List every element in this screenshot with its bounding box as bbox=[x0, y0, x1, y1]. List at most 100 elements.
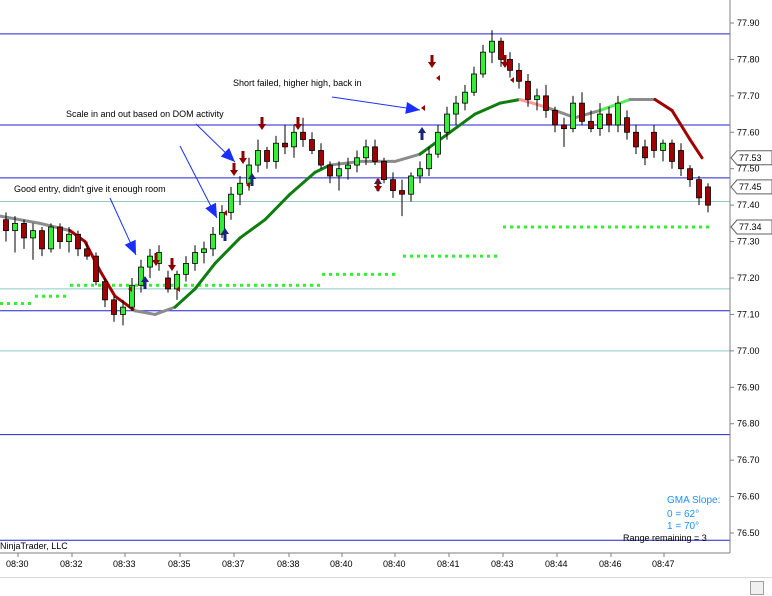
horizontal-scrollbar[interactable] bbox=[0, 577, 772, 596]
stop-dot bbox=[357, 272, 360, 276]
copyright-text: NinjaTrader, LLC bbox=[0, 541, 68, 551]
stop-dot bbox=[0, 302, 3, 305]
candle-body bbox=[93, 255, 99, 283]
y-tick-label: 76.50 bbox=[737, 528, 760, 538]
stop-dot bbox=[343, 272, 346, 276]
stop-dot bbox=[282, 283, 285, 287]
stop-dot bbox=[438, 254, 441, 258]
stop-dot bbox=[410, 254, 413, 258]
stop-dot bbox=[615, 225, 618, 229]
stop-dot bbox=[112, 283, 115, 287]
stop-dot bbox=[580, 225, 583, 229]
range-remaining: Range remaining = 3 bbox=[623, 533, 707, 543]
candle-body bbox=[615, 102, 621, 126]
scroll-thumb[interactable] bbox=[750, 581, 764, 595]
x-tick-label: 08:38 bbox=[277, 559, 300, 569]
x-tick-label: 08:44 bbox=[545, 559, 568, 569]
candle-body bbox=[192, 252, 198, 264]
annotation-short-failed: Short failed, higher high, back in bbox=[233, 78, 362, 88]
candle-body bbox=[552, 110, 558, 126]
candle-body bbox=[651, 131, 657, 151]
stop-dot bbox=[156, 283, 159, 287]
stop-dot bbox=[233, 283, 236, 287]
candle-body bbox=[282, 142, 288, 148]
stop-dot bbox=[49, 294, 52, 298]
stop-dot bbox=[524, 225, 527, 229]
stop-dot bbox=[559, 225, 562, 229]
stop-dot bbox=[452, 254, 455, 258]
stop-dot bbox=[63, 294, 66, 298]
stop-dot bbox=[573, 225, 576, 229]
stop-dot bbox=[219, 283, 222, 287]
candle-body bbox=[39, 230, 45, 250]
y-tick-label: 77.00 bbox=[737, 346, 760, 356]
gma-slope-title: GMA Slope: bbox=[667, 495, 720, 506]
stop-dot bbox=[538, 225, 541, 229]
stop-dot bbox=[184, 283, 187, 287]
candle-body bbox=[417, 168, 423, 177]
candle-body bbox=[327, 164, 333, 177]
stop-dot bbox=[545, 225, 548, 229]
candle-body bbox=[165, 277, 171, 290]
stop-dot bbox=[643, 225, 646, 229]
candle-body bbox=[48, 226, 54, 250]
stop-dot bbox=[531, 225, 534, 229]
price-labels: 77.53 77.45 77.34 bbox=[730, 150, 772, 235]
stop-dot bbox=[517, 225, 520, 229]
stop-dot bbox=[70, 283, 73, 287]
candle-body bbox=[570, 102, 576, 130]
y-tick-label: 77.60 bbox=[737, 127, 760, 137]
y-tick-label: 77.20 bbox=[737, 273, 760, 283]
candle-body bbox=[336, 168, 342, 177]
candle-body bbox=[453, 102, 459, 115]
y-tick-label: 77.10 bbox=[737, 309, 760, 319]
x-tick-label: 08:32 bbox=[60, 559, 83, 569]
stop-dot bbox=[21, 302, 24, 305]
candle-body bbox=[66, 233, 72, 242]
candle-body bbox=[399, 190, 405, 195]
stop-dot bbox=[261, 283, 264, 287]
stop-dot bbox=[678, 225, 681, 229]
y-tick-label: 77.90 bbox=[737, 18, 760, 28]
candle-body bbox=[255, 150, 261, 166]
stop-dot bbox=[601, 225, 604, 229]
candle-body bbox=[381, 161, 387, 181]
stop-dot bbox=[385, 272, 388, 276]
candle-body bbox=[660, 142, 666, 151]
stop-dot bbox=[35, 294, 38, 298]
stop-dot bbox=[480, 254, 483, 258]
candle-body bbox=[75, 233, 81, 250]
stop-dot bbox=[692, 225, 695, 229]
stop-dot bbox=[494, 254, 497, 258]
stop-dot bbox=[191, 283, 194, 287]
candle-body bbox=[174, 273, 180, 290]
stop-dot bbox=[247, 283, 250, 287]
candle-body bbox=[426, 153, 432, 170]
stop-dot bbox=[657, 225, 660, 229]
stop-dot bbox=[240, 283, 243, 287]
stop-dot bbox=[275, 283, 278, 287]
candle-body bbox=[480, 51, 486, 75]
x-tick-label: 08:33 bbox=[113, 559, 136, 569]
stop-dot bbox=[431, 254, 434, 258]
stop-dot bbox=[329, 272, 332, 276]
y-tick-label: 76.70 bbox=[737, 455, 760, 465]
candle-body bbox=[318, 150, 324, 166]
stop-dot bbox=[622, 225, 625, 229]
stop-dot bbox=[149, 283, 152, 287]
candle-body bbox=[273, 142, 279, 162]
stop-dot bbox=[42, 294, 45, 298]
candle-body bbox=[57, 226, 63, 242]
candle-body bbox=[642, 146, 648, 159]
gma-slope-0: 0 = 62° bbox=[667, 509, 699, 520]
candle-body bbox=[390, 179, 396, 191]
stop-dot bbox=[417, 254, 420, 258]
candle-body bbox=[21, 222, 27, 239]
candle-body bbox=[498, 40, 504, 60]
candle-body bbox=[462, 91, 468, 104]
stop-dot bbox=[487, 254, 490, 258]
candle-body bbox=[372, 146, 378, 162]
stop-dot bbox=[317, 283, 320, 287]
y-tick-label: 77.30 bbox=[737, 237, 760, 247]
stop-dot bbox=[56, 294, 59, 298]
